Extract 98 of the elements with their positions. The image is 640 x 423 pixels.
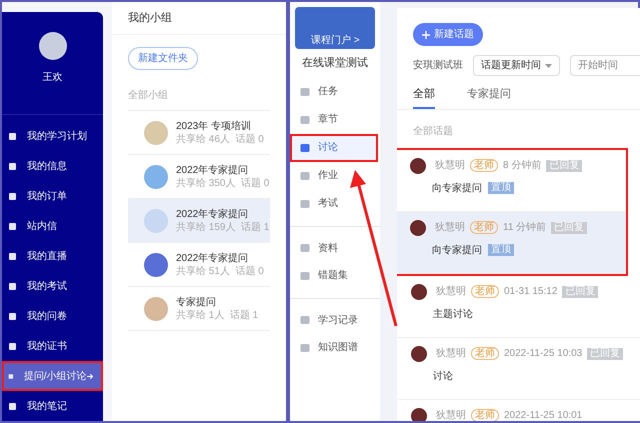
avatar-icon [410, 158, 426, 174]
plus-icon [422, 30, 430, 38]
group-name: 2022年专家提问 [176, 164, 250, 176]
group-name: 2023年 专项培训 [176, 120, 252, 132]
pinned-tag: 置顶 [488, 244, 514, 256]
date-field[interactable]: 开始时间 [570, 55, 640, 76]
course-nav-item[interactable]: 讨论 [290, 134, 378, 162]
nav-icon [300, 86, 310, 96]
course-nav-item[interactable]: 错题集 [290, 262, 380, 290]
group-meta: 共享给 46人 话题 0 [176, 132, 264, 146]
course-nav-item[interactable]: 知识图谱 [290, 334, 380, 362]
role-tag: 老师 [470, 159, 498, 172]
group-name: 2022年专家提问 [176, 208, 250, 220]
group-thumbnail [144, 296, 168, 320]
nav-icon [300, 342, 310, 352]
avatar-icon [411, 408, 427, 421]
menu-icon [8, 402, 17, 410]
group-item[interactable]: 2022年专家提问 共享给 159人 话题 1 [128, 199, 270, 243]
avatar-icon [411, 284, 427, 300]
course-nav-item[interactable]: 资料 [290, 226, 380, 262]
menu-icon [8, 252, 17, 260]
nav-icon [300, 198, 310, 208]
group-meta: 共享给 159人 话题 1 [176, 220, 270, 234]
class-name: 安琪测试班 [413, 58, 463, 73]
panel-title: 我的小组 [128, 10, 172, 26]
post-title: 向专家提问 [432, 182, 482, 196]
author-name: 狄慧明 [436, 408, 466, 421]
user-name: 王欢 [42, 71, 62, 85]
avatar-icon [410, 220, 426, 236]
menu-icon [8, 222, 17, 230]
side-menu-item[interactable]: 我的考试 [2, 271, 103, 301]
group-thumbnail [144, 252, 168, 276]
group-name: 2022年专家提问 [176, 252, 250, 264]
side-menu-item[interactable]: 我的证书 [2, 331, 103, 361]
nav-icon [300, 243, 310, 253]
side-menu-item[interactable]: 我的订单 [2, 181, 103, 211]
side-menu-item[interactable]: 提问/小组讨论 [2, 361, 103, 391]
tab[interactable]: 全部 [413, 86, 435, 108]
side-menu-item[interactable]: 我的信息 [2, 151, 103, 181]
avatar-icon [411, 346, 427, 362]
group-thumbnail [144, 164, 168, 188]
menu-icon [8, 282, 17, 290]
group-meta: 共享给 51人 话题 0 [176, 264, 264, 278]
menu-icon [8, 312, 17, 320]
sort-select[interactable]: 话题更新时间 [473, 55, 560, 76]
group-meta: 共享给 1人 话题 1 [176, 308, 258, 322]
tab[interactable]: 专家提问 [467, 86, 511, 108]
author-name: 狄慧明 [436, 284, 466, 299]
arrow-right-icon [86, 372, 93, 380]
nav-icon [300, 170, 310, 180]
side-menu-item[interactable]: 我的学习计划 [2, 121, 103, 151]
side-menu-item[interactable]: 我的问卷 [2, 301, 103, 331]
side-menu-item[interactable]: 站内信 [2, 211, 103, 241]
section-label: 全部小组 [128, 90, 168, 101]
group-meta: 共享给 350人 话题 0 [176, 176, 270, 190]
course-nav-item[interactable]: 学习记录 [290, 298, 380, 334]
group-thumbnail [144, 208, 168, 232]
menu-icon [8, 162, 17, 170]
course-banner[interactable]: 课程门户 > [295, 7, 375, 49]
post-title: 讨论 [433, 370, 453, 384]
author-name: 狄慧明 [435, 220, 465, 235]
post-time: 8 分钟前 [503, 158, 542, 173]
menu-icon [8, 372, 14, 380]
course-nav-item[interactable]: 任务 [290, 78, 380, 106]
post-time: 01-31 15:12 [504, 285, 558, 299]
role-tag: 老师 [471, 285, 499, 298]
section-label: 全部话题 [413, 126, 453, 136]
post-title: 主题讨论 [433, 308, 473, 322]
role-tag: 老师 [470, 221, 498, 234]
course-nav-item[interactable]: 作业 [290, 162, 380, 190]
caret-icon [545, 64, 552, 68]
course-nav-item[interactable]: 考试 [290, 190, 380, 218]
nav-icon [300, 142, 310, 152]
author-name: 狄慧明 [435, 158, 465, 173]
pinned-tag: 置顶 [488, 182, 514, 194]
new-topic-button[interactable]: 新建话题 [413, 23, 483, 46]
role-tag: 老师 [471, 409, 499, 421]
group-thumbnail [144, 120, 168, 144]
side-menu-item[interactable]: 我的直播 [2, 241, 103, 271]
post-time: 2022-11-25 10:03 [504, 347, 582, 361]
new-folder-button[interactable]: 新建文件夹 [128, 47, 198, 70]
menu-icon [8, 192, 17, 200]
role-tag: 老师 [471, 347, 499, 360]
course-title: 在线课堂测试 [301, 56, 369, 71]
side-menu-item[interactable]: 我的笔记 [2, 391, 103, 421]
nav-icon [300, 270, 310, 280]
course-nav-item[interactable]: 章节 [290, 106, 380, 134]
post-time: 11 分钟前 [503, 220, 546, 235]
group-name: 专家提问 [176, 296, 217, 308]
menu-icon [8, 132, 17, 140]
course-portal-link[interactable]: 课程门户 > [311, 33, 360, 48]
avatar-icon [38, 32, 66, 60]
nav-icon [300, 114, 310, 124]
author-name: 狄慧明 [436, 346, 466, 361]
nav-icon [300, 315, 310, 325]
post-title: 向专家提问 [432, 244, 482, 258]
post-time: 2022-11-25 10:01 [504, 409, 582, 421]
menu-icon [8, 342, 17, 350]
